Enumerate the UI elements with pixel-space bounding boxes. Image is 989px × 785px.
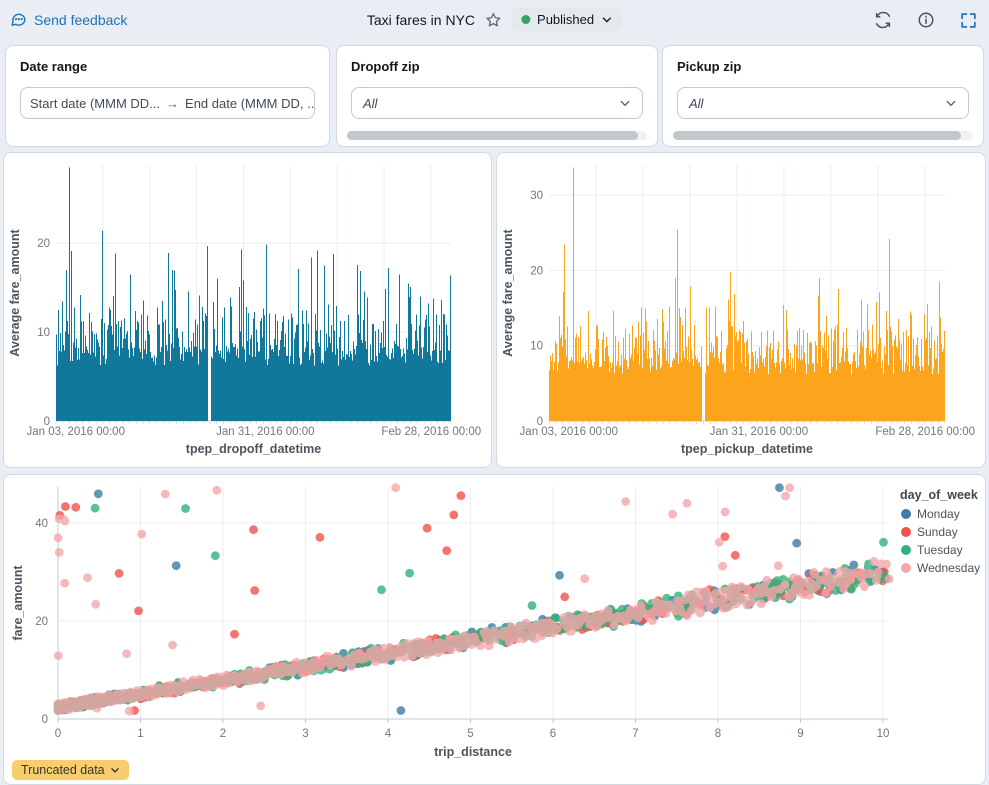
chevron-down-icon xyxy=(110,768,119,773)
truncated-data-label: Truncated data xyxy=(21,763,105,777)
dashboard-header: Send feedback Taxi fares in NYC Publishe… xyxy=(0,0,989,42)
favorite-star-icon[interactable] xyxy=(484,11,502,29)
svg-text:3: 3 xyxy=(302,728,308,740)
scatter-chart-card: 0 1 2 3 4 5 6 7 8 9 10 0 20 40 trip_distance fare_amoun… xyxy=(3,474,986,785)
pickup-zip-select[interactable]: All xyxy=(677,87,969,119)
svg-text:Monday: Monday xyxy=(917,507,960,521)
chevron-down-icon xyxy=(620,100,630,107)
svg-text:Feb 28, 2016 00:00: Feb 28, 2016 00:00 xyxy=(381,426,481,438)
pickup-zip-filter-card: Pickup zip All xyxy=(662,45,984,147)
svg-text:Jan 03, 2016 00:00: Jan 03, 2016 00:00 xyxy=(520,426,618,438)
horizontal-scrollbar[interactable] xyxy=(347,131,647,140)
svg-text:6: 6 xyxy=(550,728,556,740)
send-feedback-label: Send feedback xyxy=(34,11,128,28)
svg-text:8: 8 xyxy=(715,728,721,740)
svg-text:40: 40 xyxy=(35,518,48,530)
svg-text:Tuesday: Tuesday xyxy=(917,543,963,557)
fullscreen-icon[interactable] xyxy=(960,12,977,29)
plot-area[interactable] xyxy=(549,165,945,421)
chat-bubble-icon xyxy=(11,13,26,26)
svg-text:20: 20 xyxy=(35,616,48,628)
scrollbar-thumb[interactable] xyxy=(673,131,961,140)
svg-text:Jan 31, 2016 00:00: Jan 31, 2016 00:00 xyxy=(710,426,808,438)
svg-text:Jan 31, 2016 00:00: Jan 31, 2016 00:00 xyxy=(216,426,314,438)
avg-fare-by-dropoff-chart[interactable]: 01020Jan 03, 2016 00:00 Jan 31, 2016 00:0… xyxy=(4,153,491,467)
dropoff-chart-card: 0 10 20 Jan 03, 2016 00:00 Jan 31, 2016 00:0… xyxy=(3,152,492,468)
svg-text:5: 5 xyxy=(467,728,473,740)
svg-text:10: 10 xyxy=(530,341,543,353)
svg-text:Sunday: Sunday xyxy=(917,525,958,539)
svg-text:0: 0 xyxy=(55,728,61,740)
svg-text:Average fare_amount: Average fare_amount xyxy=(501,228,515,356)
pickup-zip-value: All xyxy=(689,95,704,111)
svg-text:fare_amount: fare_amount xyxy=(11,565,25,641)
svg-text:Feb 28, 2016 00:00: Feb 28, 2016 00:00 xyxy=(875,426,975,438)
dropoff-zip-select[interactable]: All xyxy=(351,87,643,119)
legend-item-monday[interactable]: Monday xyxy=(901,507,960,521)
chevron-down-icon xyxy=(602,17,611,23)
svg-text:trip_distance: trip_distance xyxy=(434,745,512,759)
date-range-filter-card: Date range Start date (MMM DD... → End d… xyxy=(5,45,330,147)
publish-status-label: Published xyxy=(537,12,595,27)
legend-title: day_of_week xyxy=(900,488,978,502)
arrow-right-icon: → xyxy=(166,95,180,111)
page-title: Taxi fares in NYC xyxy=(366,11,476,28)
plot-area[interactable] xyxy=(58,487,888,719)
truncated-data-badge[interactable]: Truncated data xyxy=(12,760,129,780)
topbar-actions xyxy=(874,11,977,29)
svg-text:4: 4 xyxy=(385,728,392,740)
svg-text:10: 10 xyxy=(877,728,890,740)
svg-text:1: 1 xyxy=(137,728,143,740)
date-range-label: Date range xyxy=(20,59,88,74)
svg-text:Average fare_amount: Average fare_amount xyxy=(8,228,22,356)
end-date-placeholder: End date (MMM DD, ... xyxy=(185,95,315,111)
plot-area[interactable] xyxy=(56,165,451,421)
send-feedback-link[interactable]: Send feedback xyxy=(10,11,127,28)
title-group: Taxi fares in NYC Published xyxy=(366,7,623,32)
publish-status-dropdown[interactable]: Published xyxy=(511,7,623,32)
svg-text:9: 9 xyxy=(797,728,803,740)
svg-text:tpep_pickup_datetime: tpep_pickup_datetime xyxy=(681,442,813,456)
start-date-placeholder: Start date (MMM DD... xyxy=(30,95,161,111)
horizontal-scrollbar[interactable] xyxy=(673,131,973,140)
scrollbar-thumb[interactable] xyxy=(347,131,638,140)
dropoff-zip-filter-card: Dropoff zip All xyxy=(336,45,658,147)
pickup-zip-label: Pickup zip xyxy=(677,59,742,74)
dropoff-zip-value: All xyxy=(363,95,378,111)
date-range-input[interactable]: Start date (MMM DD... → End date (MMM DD… xyxy=(20,87,315,119)
legend-item-tuesday[interactable]: Tuesday xyxy=(901,543,963,557)
avg-fare-by-pickup-chart[interactable]: 0102030Jan 03, 2016 00:00 Jan 31, 2016 00… xyxy=(497,153,985,467)
svg-text:20: 20 xyxy=(530,265,543,277)
svg-text:7: 7 xyxy=(632,728,638,740)
dropoff-zip-label: Dropoff zip xyxy=(351,59,420,74)
chevron-down-icon xyxy=(946,100,956,107)
svg-text:0: 0 xyxy=(42,714,48,726)
legend-item-wednesday[interactable]: Wednesday xyxy=(901,561,980,575)
svg-text:10: 10 xyxy=(37,327,50,339)
legend-item-sunday[interactable]: Sunday xyxy=(901,525,958,539)
svg-text:20: 20 xyxy=(37,238,50,250)
published-dot-icon xyxy=(521,15,531,24)
svg-text:30: 30 xyxy=(530,190,543,202)
fare-vs-distance-scatter-chart[interactable]: 0 1 2 3 4 5 6 7 8 9 10 0 20 40 trip_distance fare_amoun… xyxy=(4,475,985,784)
svg-text:tpep_dropoff_datetime: tpep_dropoff_datetime xyxy=(186,442,321,456)
refresh-icon[interactable] xyxy=(874,11,892,29)
svg-text:Jan 03, 2016 00:00: Jan 03, 2016 00:00 xyxy=(27,426,125,438)
info-icon[interactable] xyxy=(917,11,935,29)
svg-text:2: 2 xyxy=(220,728,226,740)
svg-text:Wednesday: Wednesday xyxy=(917,561,980,575)
pickup-chart-card: 0 10 20 30 Jan 03, 2016 00:00 Jan 31, 2016 00… xyxy=(496,152,986,468)
